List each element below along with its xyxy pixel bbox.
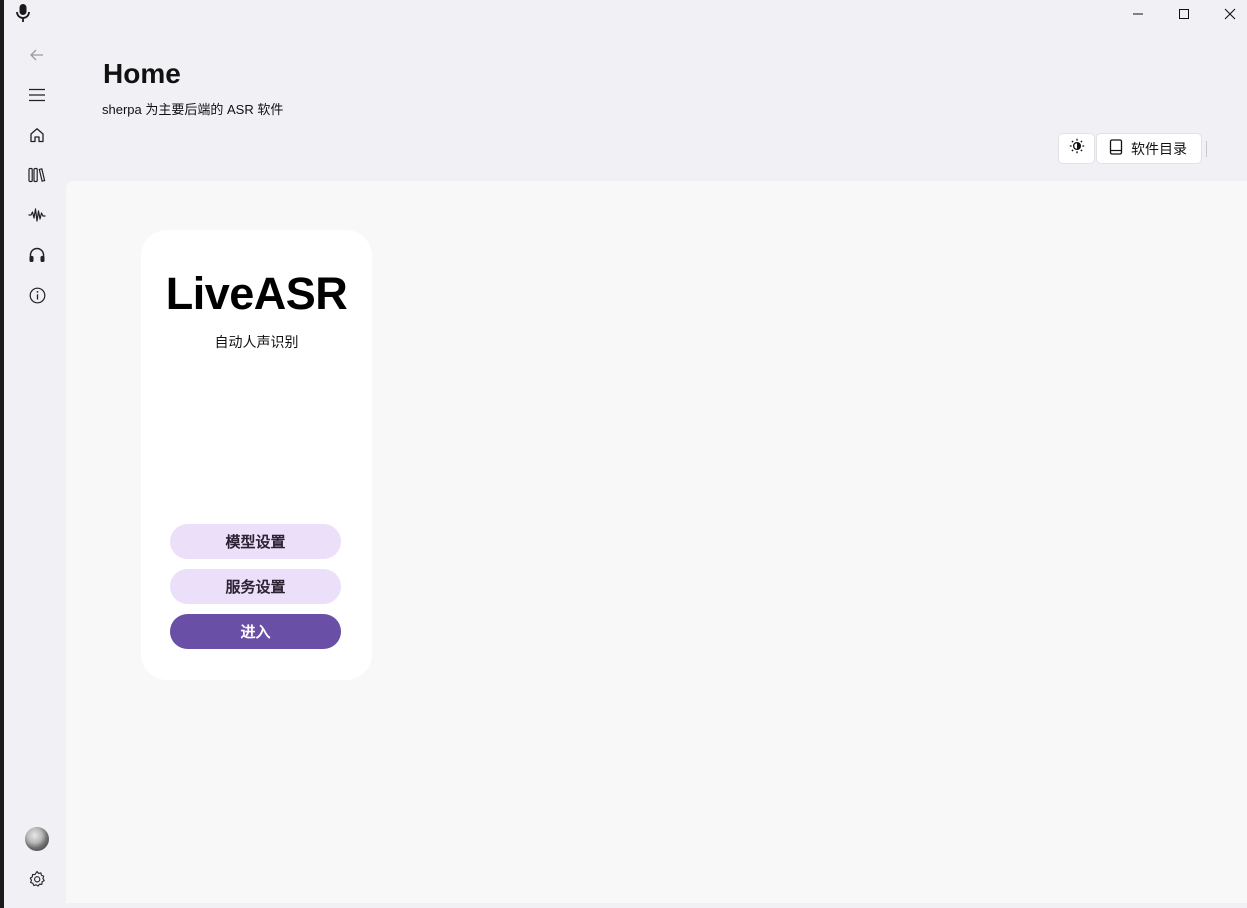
waveform-icon[interactable] — [24, 202, 50, 228]
back-icon[interactable] — [24, 42, 50, 68]
menu-icon[interactable] — [24, 82, 50, 108]
header-divider — [1206, 141, 1207, 157]
service-settings-button[interactable]: 服务设置 — [170, 569, 341, 604]
page-subtitle: sherpa 为主要后端的 ASR 软件 — [102, 102, 284, 117]
home-icon[interactable] — [24, 122, 50, 148]
software-directory-label: 软件目录 — [1131, 140, 1187, 157]
brightness-icon — [1069, 138, 1085, 159]
card-subtitle: 自动人声识别 — [214, 334, 299, 350]
info-icon[interactable] — [24, 282, 50, 308]
title-bar[interactable] — [4, 0, 1247, 28]
card-title: LiveASR — [165, 268, 348, 319]
document-icon — [1109, 139, 1123, 158]
maximize-button[interactable] — [1161, 0, 1207, 28]
liveasr-card: LiveASR 自动人声识别 模型设置 服务设置 进入 — [141, 230, 372, 680]
close-button[interactable] — [1207, 0, 1247, 28]
settings-icon[interactable] — [24, 866, 50, 892]
software-directory-button[interactable]: 软件目录 — [1096, 133, 1202, 164]
enter-button[interactable]: 进入 — [170, 614, 341, 649]
microphone-icon — [14, 3, 32, 23]
page-title: Home — [103, 58, 181, 89]
theme-toggle-button[interactable] — [1058, 133, 1095, 164]
main-content: LiveASR 自动人声识别 模型设置 服务设置 进入 — [66, 181, 1247, 903]
model-settings-button[interactable]: 模型设置 — [170, 524, 341, 559]
library-icon[interactable] — [24, 162, 50, 188]
minimize-button[interactable] — [1115, 0, 1161, 28]
avatar[interactable] — [25, 827, 49, 851]
app-window: Home sherpa 为主要后端的 ASR 软件 软件目录 LiveASR 自… — [4, 0, 1247, 908]
headphones-icon[interactable] — [24, 242, 50, 268]
